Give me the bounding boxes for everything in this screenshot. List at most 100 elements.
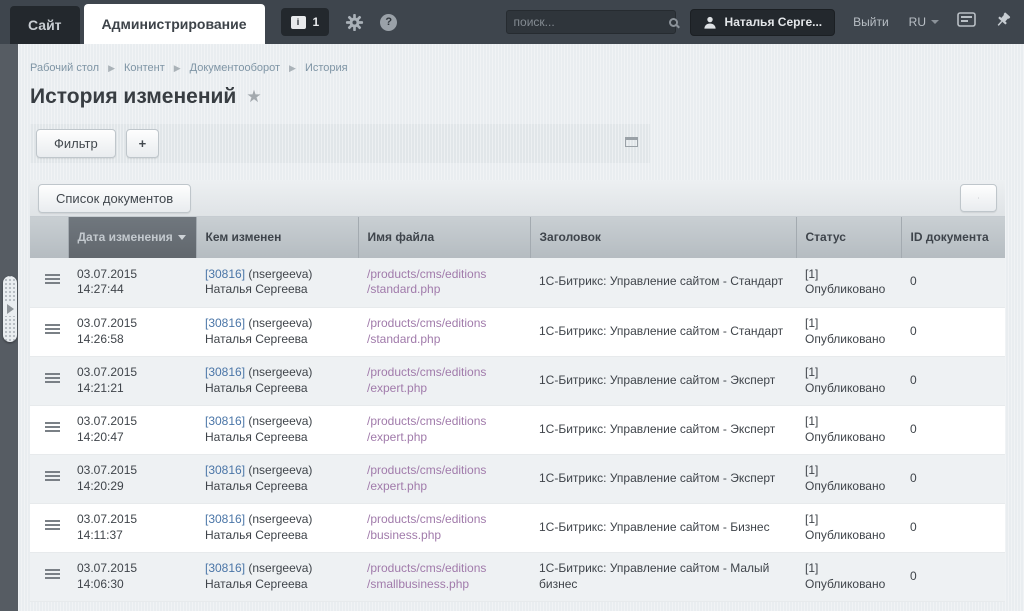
- user-name: Наталья Серге...: [725, 15, 823, 29]
- help-button[interactable]: ?: [380, 14, 397, 31]
- doc-title: 1С-Битрикс: Управление сайтом - Эксперт: [530, 454, 796, 503]
- hotkeys-button[interactable]: [957, 12, 976, 32]
- change-date: 03.07.2015: [77, 512, 187, 528]
- user-id-link[interactable]: [30816]: [205, 561, 245, 575]
- file-path-link[interactable]: /products/cms/editions/expert.php: [367, 365, 486, 396]
- row-menu-icon[interactable]: [45, 324, 60, 326]
- filter-panel: Фильтр +: [30, 124, 650, 163]
- column-header-date[interactable]: Дата изменения: [68, 217, 196, 258]
- doc-status: [1] Опубликовано: [796, 405, 901, 454]
- column-header-title[interactable]: Заголовок: [530, 217, 796, 258]
- doc-title: 1С-Битрикс: Управление сайтом - Эксперт: [530, 405, 796, 454]
- main-area: Рабочий стол ▶ Контент ▶ Документооборот…: [0, 44, 1024, 611]
- breadcrumb-desktop[interactable]: Рабочий стол: [30, 62, 99, 74]
- doc-id: 0: [901, 552, 1005, 601]
- search-icon[interactable]: [669, 18, 678, 27]
- table-row: 03.07.201514:20:29 [30816] (nsergeeva)На…: [30, 454, 1005, 503]
- column-header-menu: [30, 217, 68, 258]
- file-path-dir: /products/cms/editions: [367, 414, 486, 428]
- user-fullname: Наталья Сергеева: [205, 332, 349, 348]
- user-id-link[interactable]: [30816]: [205, 316, 245, 330]
- change-date: 03.07.2015: [77, 414, 187, 430]
- user-login: (nsergeeva): [245, 463, 312, 477]
- table-row: 03.07.201514:21:21 [30816] (nsergeeva)На…: [30, 356, 1005, 405]
- file-path-link[interactable]: /products/cms/editions/expert.php: [367, 414, 486, 445]
- file-path-name: /expert.php: [367, 381, 427, 395]
- tab-administration[interactable]: Администрирование: [84, 4, 265, 44]
- doc-status: [1] Опубликовано: [796, 356, 901, 405]
- breadcrumb: Рабочий стол ▶ Контент ▶ Документооборот…: [30, 62, 1005, 74]
- file-path-name: /expert.php: [367, 479, 427, 493]
- table-row: 03.07.201514:11:37 [30816] (nsergeeva)На…: [30, 503, 1005, 552]
- user-id-link[interactable]: [30816]: [205, 267, 245, 281]
- row-menu-icon[interactable]: [45, 569, 60, 571]
- notifications-button[interactable]: i 1: [281, 8, 330, 36]
- breadcrumb-separator-icon: ▶: [108, 63, 115, 74]
- file-path-name: /standard.php: [367, 332, 440, 346]
- collapse-panel-icon[interactable]: [625, 137, 638, 147]
- user-id-link[interactable]: [30816]: [205, 414, 245, 428]
- logout-link[interactable]: Выйти: [853, 15, 889, 29]
- gear-icon: [345, 13, 364, 32]
- pin-button[interactable]: [994, 11, 1012, 34]
- user-id-link[interactable]: [30816]: [205, 365, 245, 379]
- grid-toolbar: Список документов: [30, 180, 1005, 217]
- change-time: 14:21:21: [77, 381, 187, 397]
- filter-button[interactable]: Фильтр: [36, 129, 116, 158]
- table-row: 03.07.201514:26:58 [30816] (nsergeeva)На…: [30, 307, 1005, 356]
- language-selector[interactable]: RU: [909, 15, 939, 29]
- add-filter-button[interactable]: +: [126, 129, 160, 158]
- user-login: (nsergeeva): [245, 512, 312, 526]
- change-date: 03.07.2015: [77, 365, 187, 381]
- user-login: (nsergeeva): [245, 267, 312, 281]
- grid-settings-button[interactable]: [960, 184, 997, 212]
- doc-status: [1] Опубликовано: [796, 454, 901, 503]
- user-id-link[interactable]: [30816]: [205, 512, 245, 526]
- column-header-editor[interactable]: Кем изменен: [196, 217, 358, 258]
- file-path-link[interactable]: /products/cms/editions/standard.php: [367, 267, 486, 298]
- change-date: 03.07.2015: [77, 463, 187, 479]
- file-path-link[interactable]: /products/cms/editions/standard.php: [367, 316, 486, 347]
- tab-document-list[interactable]: Список документов: [38, 184, 191, 213]
- column-header-file[interactable]: Имя файла: [358, 217, 530, 258]
- doc-id: 0: [901, 503, 1005, 552]
- file-path-name: /expert.php: [367, 430, 427, 444]
- user-login: (nsergeeva): [245, 365, 312, 379]
- column-header-doc-id[interactable]: ID документа: [901, 217, 1005, 258]
- file-path-dir: /products/cms/editions: [367, 512, 486, 526]
- info-book-icon: i: [291, 16, 306, 29]
- file-path-dir: /products/cms/editions: [367, 316, 486, 330]
- file-path-name: /smallbusiness.php: [367, 577, 469, 591]
- change-time: 14:11:37: [77, 528, 187, 544]
- row-menu-icon[interactable]: [45, 422, 60, 424]
- user-icon: [703, 15, 717, 30]
- breadcrumb-content[interactable]: Контент: [124, 62, 165, 74]
- user-id-link[interactable]: [30816]: [205, 463, 245, 477]
- doc-id: 0: [901, 356, 1005, 405]
- breadcrumb-workflow[interactable]: Документооборот: [190, 62, 280, 74]
- row-menu-icon[interactable]: [45, 274, 60, 276]
- file-path-link[interactable]: /products/cms/editions/expert.php: [367, 463, 486, 494]
- sidebar-expand-toggle[interactable]: [3, 276, 17, 342]
- settings-gear-button[interactable]: [345, 13, 364, 32]
- file-path-link[interactable]: /products/cms/editions/business.php: [367, 512, 486, 543]
- change-time: 14:20:47: [77, 430, 187, 446]
- tab-site[interactable]: Сайт: [10, 6, 80, 44]
- documents-grid: Список документов: [30, 180, 1005, 602]
- breadcrumb-history[interactable]: История: [305, 62, 348, 74]
- user-menu-button[interactable]: Наталья Серге...: [690, 9, 836, 36]
- user-fullname: Наталья Сергеева: [205, 430, 349, 446]
- user-fullname: Наталья Сергеева: [205, 479, 349, 495]
- file-path-dir: /products/cms/editions: [367, 365, 486, 379]
- row-menu-icon[interactable]: [45, 471, 60, 473]
- doc-id: 0: [901, 454, 1005, 503]
- topbar-search: [506, 10, 676, 34]
- sidebar-collapsed-rail: [0, 44, 18, 611]
- row-menu-icon[interactable]: [45, 520, 60, 522]
- file-path-link[interactable]: /products/cms/editions/smallbusiness.php: [367, 561, 486, 592]
- doc-title: 1С-Битрикс: Управление сайтом - Стандарт: [530, 307, 796, 356]
- favorite-star-icon[interactable]: ★: [246, 87, 261, 107]
- search-input[interactable]: [514, 15, 669, 29]
- column-header-status[interactable]: Статус: [796, 217, 901, 258]
- row-menu-icon[interactable]: [45, 373, 60, 375]
